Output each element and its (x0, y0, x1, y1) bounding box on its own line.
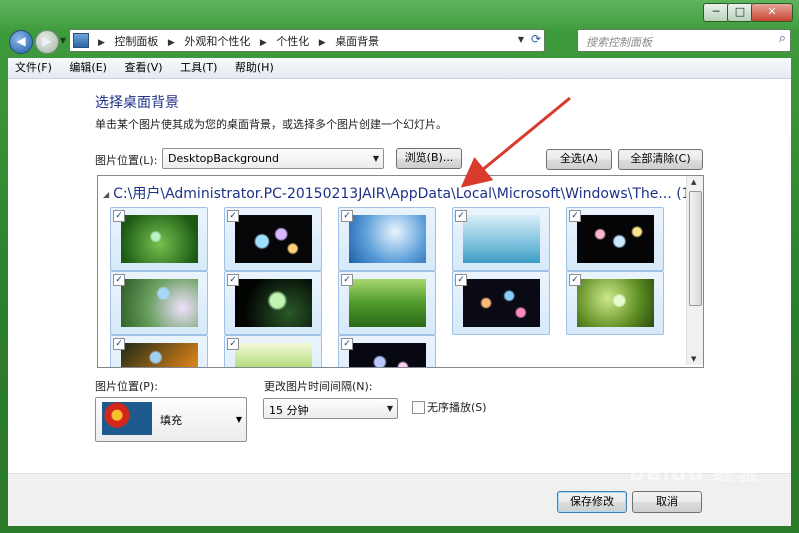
picture-location-value: DesktopBackground (168, 152, 279, 165)
recent-pages-dropdown[interactable]: ▼ (60, 36, 66, 45)
wallpaper-thumbnail (121, 343, 198, 367)
control-panel-icon (73, 33, 89, 48)
wallpaper-list[interactable]: ◢ C:\用户\Administrator.PC-20150213JAIR\App… (97, 175, 704, 368)
breadcrumb-appearance[interactable]: 外观和个性化 (184, 35, 250, 48)
wallpaper-checkbox[interactable]: ✓ (341, 338, 353, 350)
wallpaper-thumbnail (235, 279, 312, 327)
wallpaper-thumbnail (577, 215, 654, 263)
wallpaper-checkbox[interactable]: ✓ (455, 210, 467, 222)
menu-view[interactable]: 查看(V) (117, 58, 169, 78)
wallpaper-checkbox[interactable]: ✓ (569, 274, 581, 286)
breadcrumb-control-panel[interactable]: 控制面板 (114, 35, 158, 48)
scroll-up-icon[interactable]: ▲ (691, 178, 696, 186)
back-button[interactable]: ◀ (9, 30, 33, 54)
arrow-left-icon: ◀ (16, 34, 26, 48)
wallpaper-tile[interactable]: ✓ (224, 271, 322, 335)
menu-file[interactable]: 文件(F) (8, 58, 59, 78)
wallpaper-group-header[interactable]: ◢ C:\用户\Administrator.PC-20150213JAIR\App… (103, 183, 703, 203)
menu-edit[interactable]: 编辑(E) (62, 58, 114, 78)
wallpaper-thumbnail (577, 279, 654, 327)
chevron-down-icon: ▼ (372, 154, 379, 163)
wallpaper-tile[interactable]: ✓ (224, 207, 322, 271)
chevron-down-icon: ▼ (386, 404, 393, 413)
breadcrumb-desktop-background[interactable]: 桌面背景 (335, 35, 379, 48)
wallpaper-checkbox[interactable]: ✓ (113, 210, 125, 222)
change-interval-select[interactable]: 15 分钟 ▼ (263, 398, 398, 419)
picture-location-select[interactable]: DesktopBackground ▼ (162, 148, 384, 169)
shuffle-checkbox[interactable] (412, 401, 425, 414)
breadcrumb: ▶ 控制面板 ▶ 外观和个性化 ▶ 个性化 ▶ 桌面背景 (98, 35, 380, 48)
arrow-right-icon: ▶ (42, 34, 52, 48)
maximize-button[interactable]: □ (727, 3, 753, 22)
wallpaper-thumbnail (349, 343, 426, 367)
wallpaper-thumbnail (121, 215, 198, 263)
picture-position-label: 图片位置(P): (95, 380, 158, 393)
wallpaper-checkbox[interactable]: ✓ (113, 338, 125, 350)
picture-position-value: 填充 (160, 414, 182, 427)
scroll-down-icon[interactable]: ▼ (691, 355, 696, 363)
picture-position-select[interactable]: 填充 ▼ (95, 397, 247, 442)
wallpaper-tile[interactable]: ✓ (566, 207, 664, 271)
menu-tools[interactable]: 工具(T) (173, 58, 224, 78)
wallpaper-checkbox[interactable]: ✓ (227, 338, 239, 350)
wallpaper-tile[interactable]: ✓ (452, 271, 550, 335)
baidu-watermark: Baidu 经验 (628, 461, 759, 486)
browse-button[interactable]: 浏览(B)... (396, 148, 462, 169)
list-scrollbar[interactable]: ▲ ▼ (686, 176, 703, 365)
change-interval-value: 15 分钟 (269, 404, 309, 417)
wallpaper-thumbnail (121, 279, 198, 327)
chevron-down-icon: ▼ (235, 415, 242, 424)
cancel-button[interactable]: 取消 (632, 491, 702, 513)
menu-help[interactable]: 帮助(H) (228, 58, 281, 78)
wallpaper-tile[interactable]: ✓ (452, 207, 550, 271)
page-subtitle: 单击某个图片使其成为您的桌面背景，或选择多个图片创建一个幻灯片。 (95, 118, 447, 131)
wallpaper-thumbnail (463, 279, 540, 327)
wallpaper-tile[interactable]: ✓ (224, 335, 322, 367)
page-title: 选择桌面背景 (95, 95, 179, 111)
wallpaper-tile[interactable]: ✓ (338, 207, 436, 271)
breadcrumb-personalization[interactable]: 个性化 (276, 35, 309, 48)
search-icon[interactable]: ⌕ (779, 31, 786, 46)
search-box[interactable]: 搜索控制面板 ⌕ (577, 29, 791, 52)
wallpaper-checkbox[interactable]: ✓ (227, 274, 239, 286)
wallpaper-checkbox[interactable]: ✓ (455, 274, 467, 286)
address-history-dropdown[interactable]: ▼ (518, 35, 524, 44)
wallpaper-checkbox[interactable]: ✓ (113, 274, 125, 286)
save-changes-button[interactable]: 保存修改 (557, 491, 627, 513)
wallpaper-thumbnail (235, 343, 312, 367)
wallpaper-tile[interactable]: ✓ (338, 271, 436, 335)
wallpaper-tile[interactable]: ✓ (110, 207, 208, 271)
minimize-button[interactable]: ─ (703, 3, 729, 22)
wallpaper-checkbox[interactable]: ✓ (341, 210, 353, 222)
address-bar[interactable]: ▶ 控制面板 ▶ 外观和个性化 ▶ 个性化 ▶ 桌面背景 ▼ ⟳ (69, 29, 545, 52)
picture-location-label: 图片位置(L): (95, 154, 158, 167)
wallpaper-tile[interactable]: ✓ (110, 271, 208, 335)
wallpaper-tile[interactable]: ✓ (566, 271, 664, 335)
clear-all-button[interactable]: 全部清除(C) (618, 149, 703, 170)
wallpaper-tile[interactable]: ✓ (338, 335, 436, 367)
scrollbar-thumb[interactable] (689, 191, 702, 306)
menu-bar: 文件(F) 编辑(E) 查看(V) 工具(T) 帮助(H) (8, 58, 791, 79)
wallpaper-checkbox[interactable]: ✓ (569, 210, 581, 222)
select-all-button[interactable]: 全选(A) (546, 149, 612, 170)
wallpaper-thumbnail (349, 279, 426, 327)
search-input[interactable]: 搜索控制面板 (586, 34, 652, 50)
wallpaper-tile[interactable]: ✓ (110, 335, 208, 367)
shuffle-label[interactable]: 无序播放(S) (427, 399, 487, 415)
forward-button[interactable]: ▶ (35, 30, 59, 54)
wallpaper-checkbox[interactable]: ✓ (227, 210, 239, 222)
wallpaper-thumbnail (349, 215, 426, 263)
change-interval-label: 更改图片时间间隔(N): (264, 380, 373, 393)
close-button[interactable]: ✕ (751, 3, 793, 22)
wallpaper-thumbnail (235, 215, 312, 263)
fill-preview-image (102, 402, 152, 435)
collapse-triangle-icon[interactable]: ◢ (103, 190, 109, 199)
wallpaper-checkbox[interactable]: ✓ (341, 274, 353, 286)
wallpaper-thumbnail (463, 215, 540, 263)
refresh-icon[interactable]: ⟳ (531, 32, 541, 46)
